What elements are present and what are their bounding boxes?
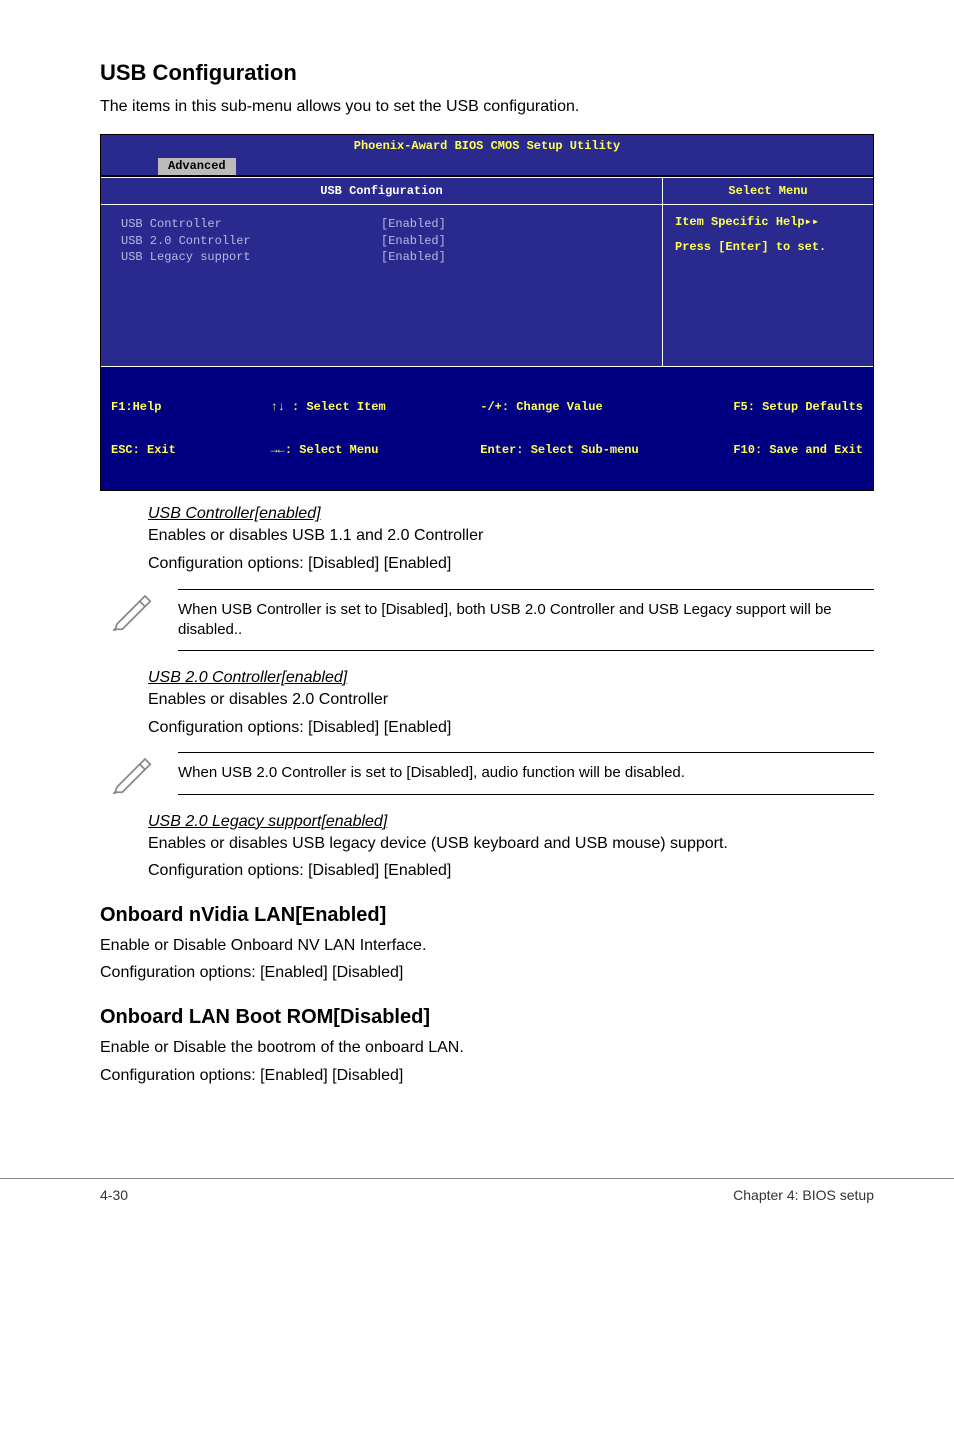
lan-desc1: Enable or Disable Onboard NV LAN Interfa… [100, 935, 874, 957]
bios-f1: F1:Help [111, 400, 176, 414]
bios-row[interactable]: USB Legacy support [Enabled] [121, 250, 642, 264]
bios-tabbar: Advanced [101, 155, 873, 176]
bios-row[interactable]: USB Controller [Enabled] [121, 217, 642, 231]
bootrom-desc1: Enable or Disable the bootrom of the onb… [100, 1037, 874, 1059]
bios-item-value: [Enabled] [381, 217, 446, 231]
pencil-icon [110, 752, 152, 794]
bootrom-desc2: Configuration options: [Enabled] [Disabl… [100, 1065, 874, 1087]
pencil-icon [110, 589, 152, 631]
bios-item-value: [Enabled] [381, 234, 446, 248]
bios-row[interactable]: USB 2.0 Controller [Enabled] [121, 234, 642, 248]
bios-item-label: USB Legacy support [121, 250, 381, 264]
bios-panel-title: USB Configuration [101, 178, 662, 205]
note-block: When USB Controller is set to [Disabled]… [110, 589, 874, 652]
bios-select-item: ↑↓ : Select Item [270, 400, 385, 414]
bios-change-value: -/+: Change Value [480, 400, 638, 414]
bios-f5: F5: Setup Defaults [733, 400, 863, 414]
bios-tab-advanced[interactable]: Advanced [156, 156, 238, 174]
bios-esc: ESC: Exit [111, 443, 176, 457]
legacy-desc1: Enables or disables USB legacy device (U… [148, 833, 874, 855]
bios-help-line1: Item Specific Help▸▸ [675, 215, 861, 229]
usb-controller-heading: USB Controller[enabled] [148, 505, 874, 523]
bios-select-menu: →←: Select Menu [270, 443, 385, 457]
legacy-heading: USB 2.0 Legacy support[enabled] [148, 813, 874, 831]
bios-select-submenu: Enter: Select Sub-menu [480, 443, 638, 457]
bios-item-label: USB Controller [121, 217, 381, 231]
usb20-desc1: Enables or disables 2.0 Controller [148, 689, 874, 711]
bios-footer: F1:Help ESC: Exit ↑↓ : Select Item →←: S… [101, 366, 873, 490]
chapter-label: Chapter 4: BIOS setup [733, 1187, 874, 1203]
section-lead: The items in this sub-menu allows you to… [100, 98, 874, 116]
usb20-desc2: Configuration options: [Disabled] [Enabl… [148, 717, 874, 739]
note-text: When USB Controller is set to [Disabled]… [178, 589, 874, 652]
section-heading: USB Configuration [100, 60, 874, 86]
usb-controller-desc1: Enables or disables USB 1.1 and 2.0 Cont… [148, 525, 874, 547]
bios-item-label: USB 2.0 Controller [121, 234, 381, 248]
bios-help-line2: Press [Enter] to set. [675, 240, 861, 254]
lan-desc2: Configuration options: [Enabled] [Disabl… [100, 962, 874, 984]
lan-heading: Onboard nVidia LAN[Enabled] [100, 904, 874, 927]
bootrom-heading: Onboard LAN Boot ROM[Disabled] [100, 1006, 874, 1029]
note-block: When USB 2.0 Controller is set to [Disab… [110, 752, 874, 794]
bios-item-value: [Enabled] [381, 250, 446, 264]
usb-controller-desc2: Configuration options: [Disabled] [Enabl… [148, 553, 874, 575]
note-text: When USB 2.0 Controller is set to [Disab… [178, 752, 874, 794]
bios-f10: F10: Save and Exit [733, 443, 863, 457]
page-number: 4-30 [100, 1187, 128, 1203]
legacy-desc2: Configuration options: [Disabled] [Enabl… [148, 860, 874, 882]
usb20-heading: USB 2.0 Controller[enabled] [148, 669, 874, 687]
bios-side-title: Select Menu [663, 178, 873, 205]
bios-title: Phoenix-Award BIOS CMOS Setup Utility [101, 135, 873, 155]
bios-panel: Phoenix-Award BIOS CMOS Setup Utility Ad… [100, 134, 874, 491]
